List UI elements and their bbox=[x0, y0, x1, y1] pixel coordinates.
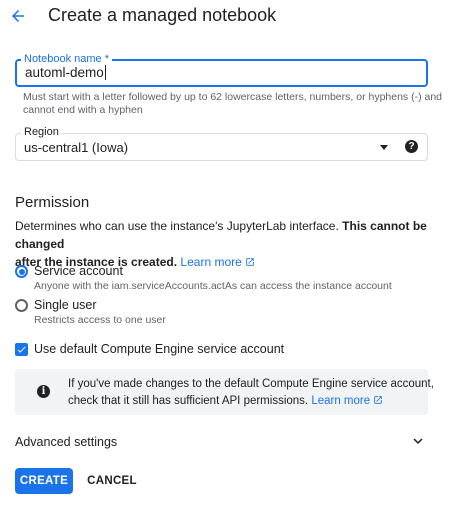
info-learn-more-link[interactable]: Learn more bbox=[311, 395, 383, 407]
info-banner: i If you've made changes to the default … bbox=[15, 369, 434, 415]
region-label: Region bbox=[21, 126, 62, 138]
notebook-name-value[interactable]: automl-demo bbox=[25, 65, 106, 80]
notebook-name-hint-1: Must start with a letter followed by up … bbox=[23, 91, 443, 103]
help-icon[interactable]: ? bbox=[405, 140, 418, 153]
info-learn-more-text: Learn more bbox=[311, 395, 371, 407]
notebook-name-hint-2: cannot end with a hyphen bbox=[23, 104, 143, 116]
region-select[interactable]: us-central1 (Iowa) bbox=[15, 133, 428, 161]
permission-description: Determines who can use the instance's Ju… bbox=[15, 217, 435, 271]
notebook-name-label: Notebook name * bbox=[21, 53, 112, 65]
radio-service-account[interactable]: Service account Anyone with the iam.serv… bbox=[15, 264, 415, 294]
back-button[interactable] bbox=[4, 2, 32, 30]
radio-single-user[interactable]: Single user Restricts access to one user bbox=[15, 298, 415, 328]
expand-more-icon[interactable] bbox=[409, 432, 427, 450]
info-line-2: check that it still has sufficient API p… bbox=[68, 393, 428, 410]
single-user-label: Single user bbox=[34, 298, 97, 312]
cancel-button[interactable]: CANCEL bbox=[83, 468, 141, 494]
region-value: us-central1 (Iowa) bbox=[24, 140, 129, 155]
service-account-description: Anyone with the iam.serviceAccounts.actA… bbox=[34, 280, 392, 292]
single-user-description: Restricts access to one user bbox=[34, 314, 166, 326]
arrow-back-icon bbox=[12, 10, 24, 22]
permission-desc-text: Determines who can use the instance's Ju… bbox=[15, 219, 339, 233]
arrow-drop-down-icon[interactable] bbox=[380, 145, 388, 150]
advanced-settings-toggle[interactable]: Advanced settings bbox=[15, 432, 428, 452]
default-service-account-label: Use default Compute Engine service accou… bbox=[34, 342, 285, 356]
service-account-label: Service account bbox=[34, 264, 123, 278]
info-line-1: If you've made changes to the default Co… bbox=[68, 378, 434, 390]
notebook-name-text: automl-demo bbox=[25, 65, 104, 80]
page-title: Create a managed notebook bbox=[48, 5, 277, 25]
info-line-2-text: check that it still has sufficient API p… bbox=[68, 395, 309, 407]
advanced-settings-label: Advanced settings bbox=[15, 435, 118, 449]
info-text: If you've made changes to the default Co… bbox=[68, 376, 434, 410]
check-icon bbox=[17, 346, 26, 353]
radio-unselected-icon[interactable] bbox=[15, 299, 28, 312]
info-icon: i bbox=[37, 385, 50, 398]
default-service-account-checkbox[interactable]: Use default Compute Engine service accou… bbox=[15, 342, 315, 358]
permission-title: Permission bbox=[15, 194, 90, 211]
text-cursor bbox=[104, 65, 106, 80]
open-in-new-icon bbox=[374, 396, 383, 404]
create-button[interactable]: CREATE bbox=[15, 468, 73, 494]
checkbox-checked-icon[interactable] bbox=[15, 343, 28, 356]
radio-selected-icon[interactable] bbox=[15, 265, 28, 278]
